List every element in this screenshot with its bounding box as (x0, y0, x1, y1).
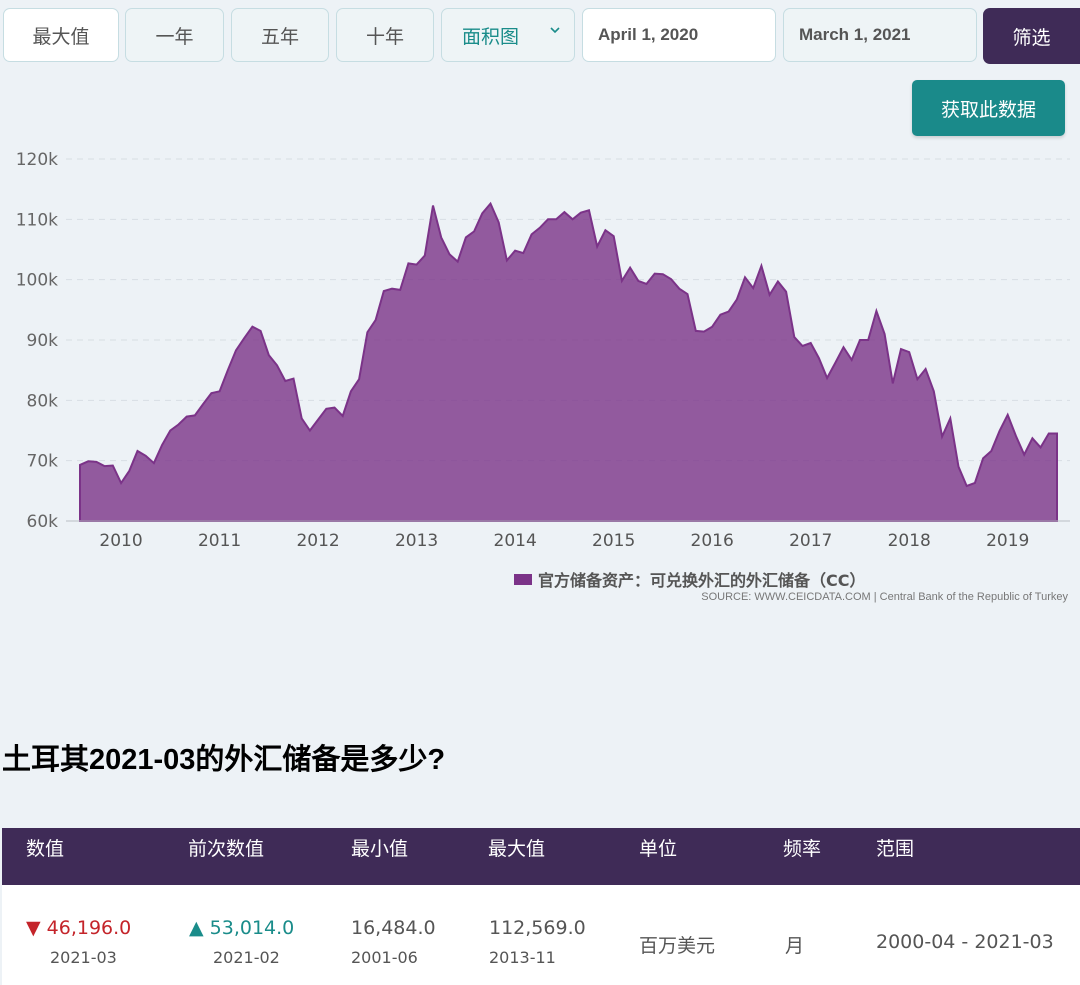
current-value: ▼ 46,196.0 (26, 917, 131, 939)
chart-legend: 官方储备资产：可兑换外汇的外汇储备（CC） (514, 569, 866, 590)
stats-table: 数值 前次数值 最小值 最大值 单位 频率 范围 ▼ 46,196.0 2021… (2, 828, 1080, 985)
area-chart: 60k70k80k90k100k110k120k 2010 2011 2012 201… (16, 150, 1070, 551)
x-tick-label: 2011 (198, 531, 241, 551)
current-value-date: 2021-03 (50, 948, 117, 967)
x-tick-label: 2017 (789, 531, 832, 551)
legend-swatch (514, 573, 532, 585)
current-value-number: 46,196.0 (46, 917, 132, 939)
down-arrow-icon: ▼ (26, 917, 47, 939)
x-tick-label: 2019 (986, 531, 1029, 551)
header-frequency: 频率 (783, 838, 822, 860)
series-area (79, 201, 1058, 522)
stats-table-header: 数值 前次数值 最小值 最大值 单位 频率 范围 (2, 828, 1080, 885)
x-tick-label: 2018 (888, 531, 931, 551)
header-range: 范围 (876, 838, 915, 860)
y-tick-label: 60k (27, 512, 59, 532)
range-value: 2000-04 - 2021-03 (876, 931, 1054, 953)
previous-value: ▲ 53,014.0 (189, 917, 294, 939)
chart-type-label: 面积图 (462, 25, 520, 48)
filter-button[interactable]: 筛选 (983, 8, 1080, 64)
x-tick-label: 2010 (99, 531, 142, 551)
previous-value-number: 53,014.0 (209, 917, 295, 939)
y-tick-label: 100k (16, 271, 58, 291)
range-10y-button[interactable]: 十年 (336, 8, 434, 62)
y-tick-label: 90k (27, 331, 59, 351)
unit-value: 百万美元 (639, 935, 716, 957)
x-tick-label: 2014 (494, 531, 537, 551)
x-axis-ticks: 2010 2011 2012 2013 2014 2015 2016 2017 2018 2019 (99, 531, 1029, 551)
min-value: 16,484.0 (351, 917, 436, 939)
range-5y-button[interactable]: 五年 (231, 8, 329, 62)
previous-value-date: 2021-02 (213, 948, 280, 967)
source-note: SOURCE: WWW.CEICDATA.COM | Central Bank … (701, 591, 1068, 603)
end-date-input[interactable]: March 1, 2021 (783, 8, 977, 62)
chevron-down-icon (550, 27, 560, 34)
header-min: 最小值 (351, 838, 409, 860)
header-max: 最大值 (488, 838, 546, 860)
y-axis-ticks: 60k 70k 80k 90k 100k 110k 120k (16, 150, 58, 532)
max-value: 112,569.0 (489, 917, 586, 939)
toolbar: 最大值 一年 五年 十年 面积图 April 1, 2020 March 1, … (0, 0, 1080, 70)
y-tick-label: 80k (27, 391, 59, 411)
max-value-date: 2013-11 (489, 948, 556, 967)
chart-type-select[interactable]: 面积图 (441, 8, 575, 62)
x-tick-label: 2016 (691, 531, 734, 551)
y-tick-label: 70k (27, 452, 59, 472)
up-arrow-icon: ▲ (189, 917, 210, 939)
y-tick-label: 110k (16, 210, 58, 230)
page-question-heading: 土耳其2021-03的外汇储备是多少? (2, 744, 446, 776)
frequency-value: 月 (785, 935, 805, 957)
get-data-button[interactable]: 获取此数据 (912, 80, 1065, 136)
header-unit: 单位 (639, 838, 678, 860)
x-tick-label: 2013 (395, 531, 438, 551)
x-tick-label: 2015 (592, 531, 635, 551)
range-1y-button[interactable]: 一年 (125, 8, 224, 62)
range-max-button[interactable]: 最大值 (3, 8, 119, 62)
x-tick-label: 2012 (296, 531, 339, 551)
legend-label: 官方储备资产：可兑换外汇的外汇储备（CC） (538, 571, 866, 590)
header-prev-value: 前次数值 (188, 838, 265, 860)
min-value-date: 2001-06 (351, 948, 418, 967)
header-value: 数值 (26, 838, 65, 860)
y-tick-label: 120k (16, 150, 58, 170)
start-date-input[interactable]: April 1, 2020 (582, 8, 776, 62)
